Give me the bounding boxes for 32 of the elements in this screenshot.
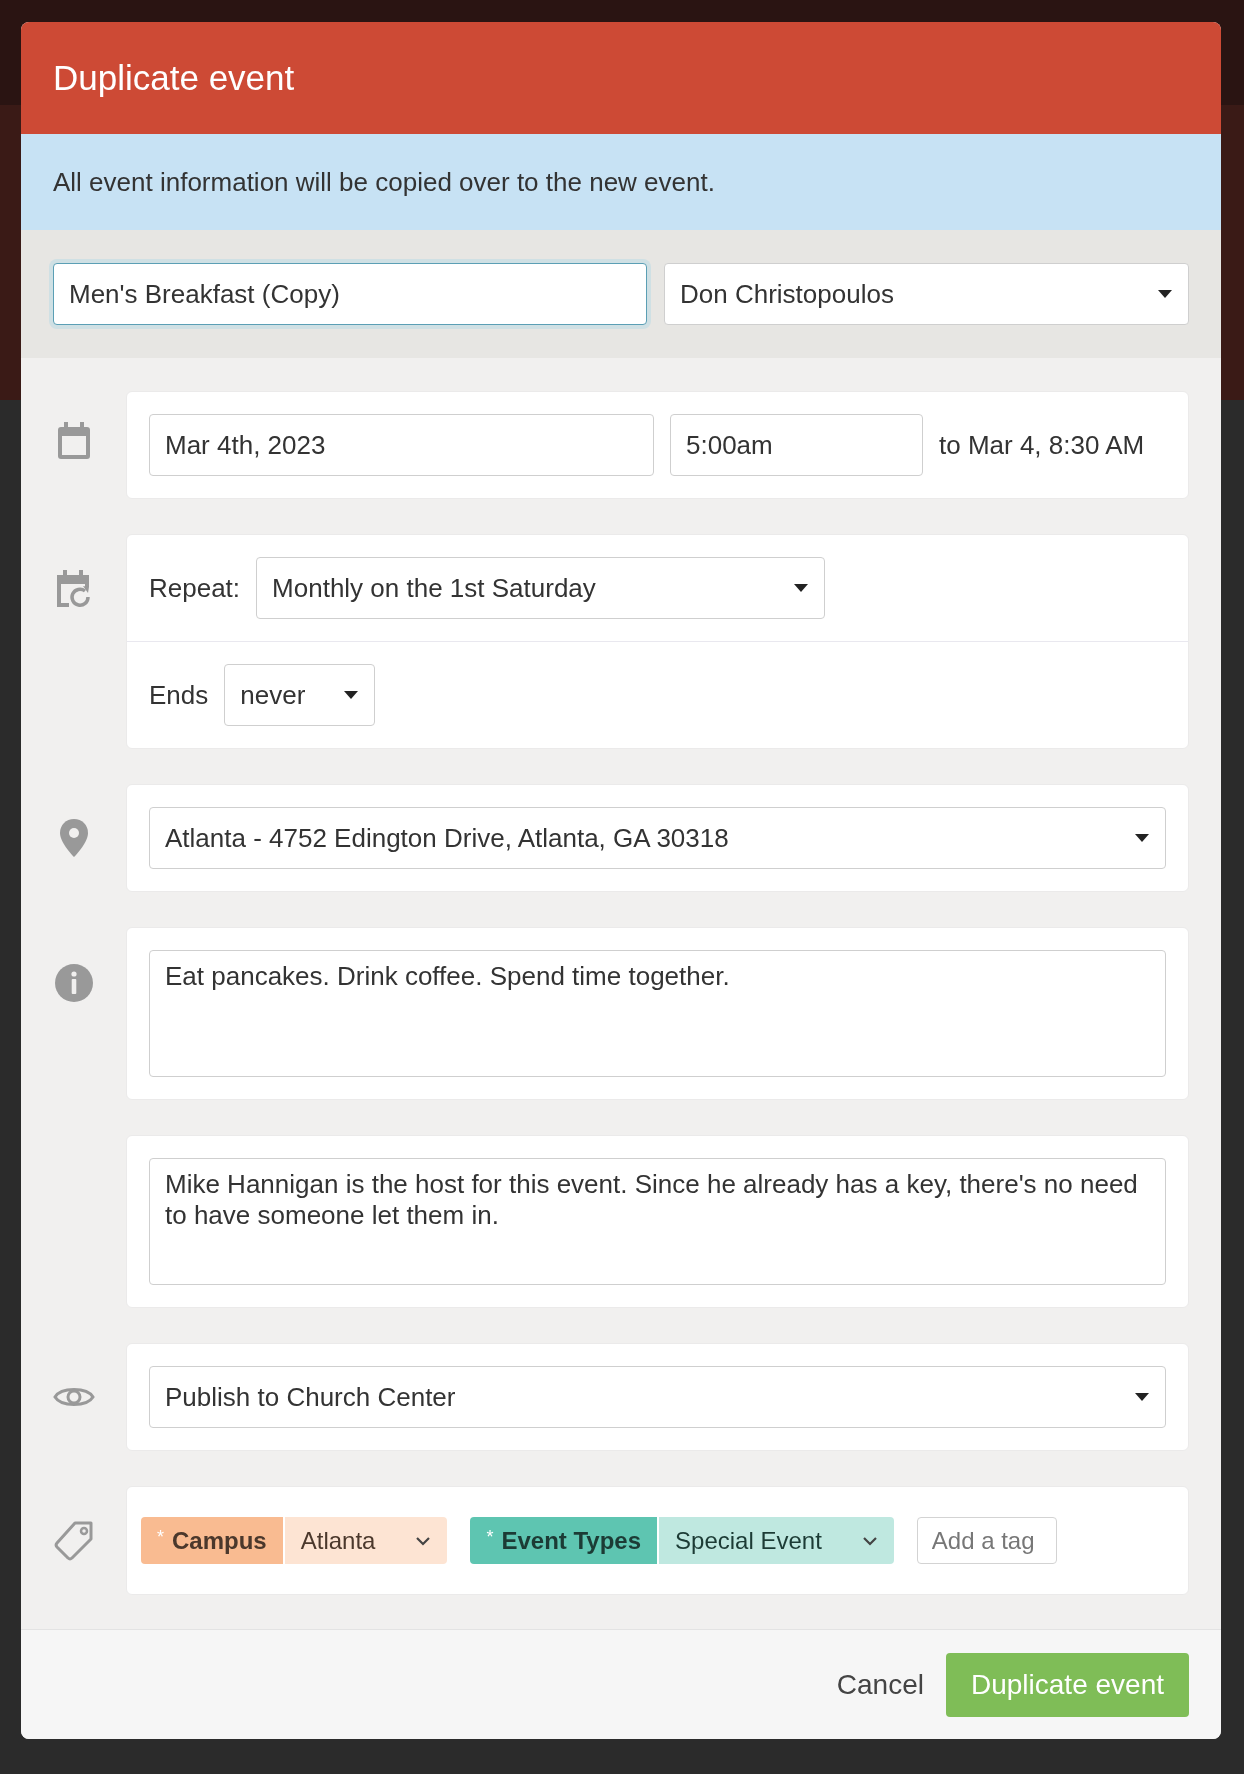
caret-icon [1134,833,1150,843]
chevron-icon [861,1535,878,1546]
notes-field[interactable]: Mike Hannigan is the host for this event. Since he already has a key, there's no need to have someone let them in. [149,1158,1166,1285]
calendar-icon [55,421,92,461]
caret-icon [1157,289,1173,299]
calendar-repeat-icon [54,569,93,609]
tag-value-select[interactable]: Special Event [659,1517,894,1564]
description-field[interactable]: Eat pancakes. Drink coffee. Spend time together. [149,950,1166,1077]
map-pin-icon [58,818,89,858]
repeat-select[interactable]: Monthly on the 1st Saturday [256,557,826,619]
repeat-label: Repeat: [149,572,241,604]
add-tag-field[interactable]: Add a tag [916,1517,1057,1564]
dialog-title: Duplicate event [53,58,295,98]
owner-select[interactable]: Don Christopoulos [664,263,1189,325]
tag-value-select[interactable]: Atlanta [284,1517,448,1564]
end-time-text: to Mar 4, 8:30 AM [939,429,1145,461]
time-field[interactable]: 5:00am [670,414,923,476]
caret-icon [793,583,810,593]
location-select[interactable]: Atlanta - 4752 Edington Drive, Atlanta, GA 30318 [149,807,1166,869]
date-field[interactable]: Mar 4th, 2023 [149,414,654,476]
caret-icon [343,690,360,700]
visibility-select[interactable]: Publish to Church Center [149,1366,1166,1428]
caret-icon [1134,1392,1150,1402]
tag-icon [52,1520,95,1562]
info-icon [53,963,94,1003]
ends-label: Ends [149,679,209,711]
tag-group-label: * Campus [141,1517,283,1564]
chevron-icon [415,1535,432,1546]
notice-banner: All event information will be copied over to the new event. [21,134,1221,230]
tag-group-label: * Event Types [470,1517,658,1564]
cancel-button[interactable]: Cancel [836,1660,924,1709]
ends-select[interactable]: never [224,664,376,726]
